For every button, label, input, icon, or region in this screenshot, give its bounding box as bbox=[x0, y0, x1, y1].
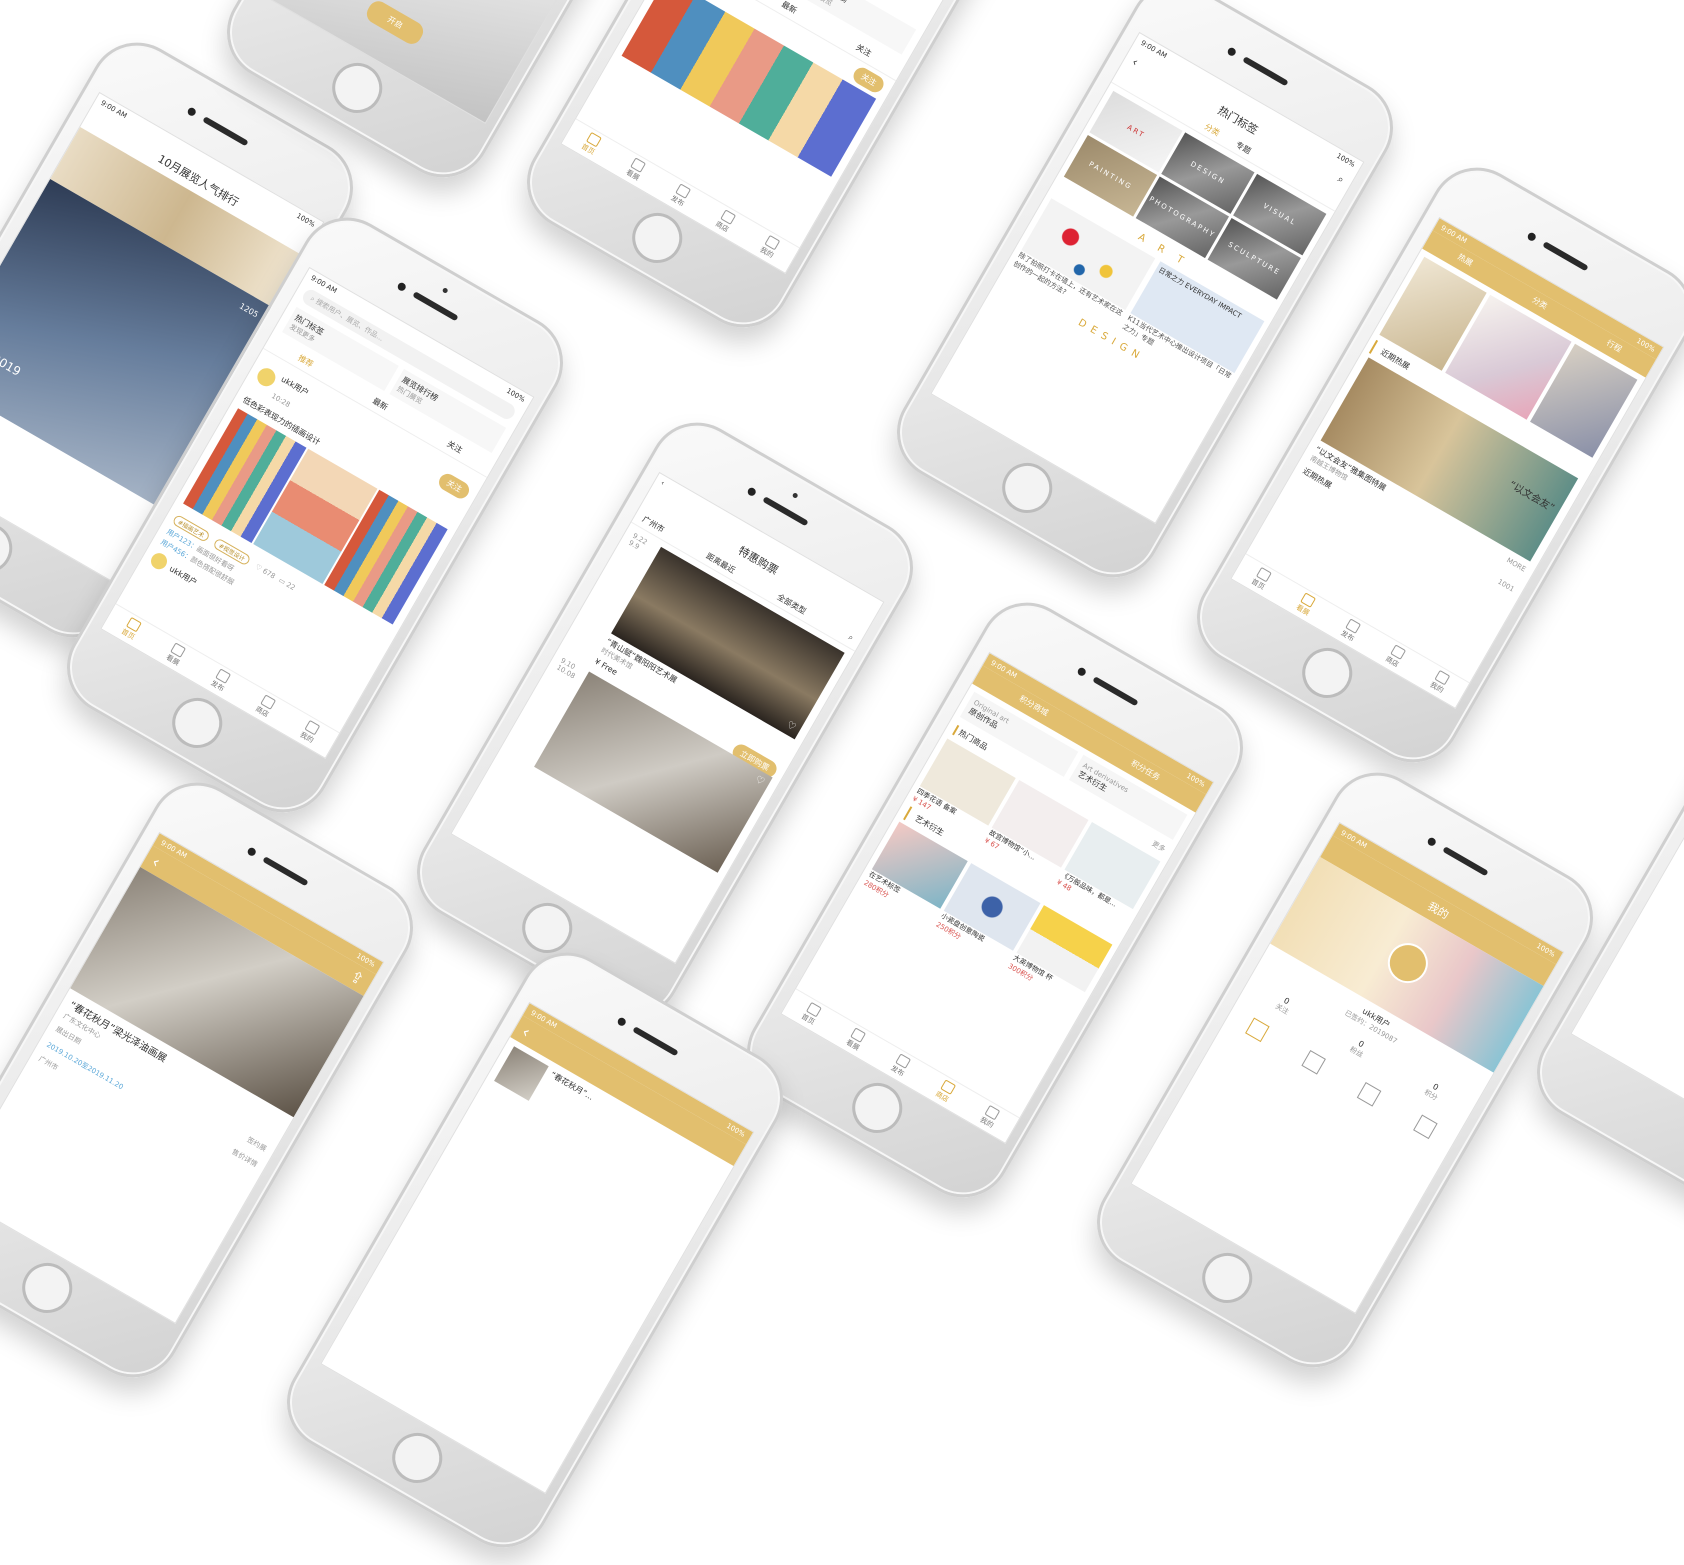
tab-shop[interactable]: 商店 bbox=[253, 694, 276, 720]
tab-me[interactable]: 我的 bbox=[978, 1104, 1001, 1130]
back-icon[interactable]: ‹ bbox=[149, 852, 164, 872]
year-label: 2019 bbox=[0, 351, 24, 379]
tab-me[interactable]: 我的 bbox=[758, 234, 781, 260]
tab-shop[interactable]: 商店 bbox=[933, 1079, 956, 1105]
tab-exhibitions[interactable]: 看展 bbox=[844, 1027, 867, 1053]
wallet-icon[interactable] bbox=[1357, 1082, 1382, 1107]
share-icon[interactable]: ⇪ bbox=[347, 966, 368, 989]
post-time: 10:28 bbox=[269, 392, 292, 410]
tab-home[interactable]: 首页 bbox=[119, 616, 142, 642]
tab-publish[interactable]: 发布 bbox=[669, 183, 692, 209]
tab-schedule[interactable]: 行程 bbox=[1604, 337, 1623, 355]
like-count: 678 bbox=[261, 567, 277, 581]
stat-points[interactable]: 0 积分 bbox=[1422, 1080, 1444, 1103]
stat-following[interactable]: 0 关注 bbox=[1273, 994, 1295, 1017]
tab-home[interactable]: 首页 bbox=[799, 1001, 822, 1027]
tab-exhibitions[interactable]: 看展 bbox=[1294, 592, 1317, 618]
edit-icon[interactable] bbox=[1245, 1017, 1270, 1043]
phone-feed-top: 热门标签 发现更多 展览排行榜 热门展览 推荐 最新 关注 ukk用户 关注 首… bbox=[509, 0, 1041, 345]
tab-publish[interactable]: 发布 bbox=[209, 668, 232, 694]
tab-me[interactable]: 我的 bbox=[298, 719, 321, 745]
avatar[interactable] bbox=[1380, 935, 1436, 991]
comment-count: 22 bbox=[284, 580, 297, 593]
tab-latest[interactable]: 最新 bbox=[779, 0, 798, 16]
heart-icon[interactable]: ♡ bbox=[785, 719, 798, 733]
avatar[interactable] bbox=[254, 364, 279, 390]
tab-publish[interactable]: 发布 bbox=[1339, 618, 1362, 644]
views-count: 1001 bbox=[1496, 577, 1516, 594]
tab-home[interactable]: 首页 bbox=[1249, 566, 1272, 592]
post-user[interactable]: ukk用户 bbox=[279, 375, 310, 398]
stat-fans[interactable]: 0 粉丝 bbox=[1348, 1037, 1370, 1060]
tab-follow[interactable]: 关注 bbox=[445, 438, 464, 456]
tab-latest[interactable]: 最新 bbox=[370, 395, 389, 413]
search-icon[interactable]: ⌕ bbox=[846, 632, 855, 644]
back-icon[interactable]: ‹ bbox=[659, 479, 665, 487]
views-count: 1205 bbox=[237, 301, 260, 320]
tab-category[interactable]: 分类 bbox=[1530, 294, 1549, 312]
tab-shop[interactable]: 商店 bbox=[1383, 644, 1406, 670]
banner-sub: “以文会友” bbox=[1506, 479, 1556, 515]
back-icon[interactable]: ‹ bbox=[519, 1022, 534, 1042]
tab-publish[interactable]: 发布 bbox=[889, 1053, 912, 1079]
heart-icon[interactable]: ♡ bbox=[753, 774, 766, 788]
tab-exhibitions[interactable]: 看展 bbox=[624, 157, 647, 183]
list-icon[interactable] bbox=[1301, 1049, 1326, 1075]
tab-hot[interactable]: 热展 bbox=[1455, 251, 1474, 269]
tab-home[interactable]: 首页 bbox=[579, 131, 602, 157]
avatar[interactable] bbox=[148, 550, 170, 573]
tab-recommend[interactable]: 推荐 bbox=[296, 352, 315, 370]
tab-exhibitions[interactable]: 看展 bbox=[164, 642, 187, 668]
tab-me[interactable]: 我的 bbox=[1428, 669, 1451, 695]
tab-shop[interactable]: 商店 bbox=[713, 209, 736, 235]
tab-follow[interactable]: 关注 bbox=[854, 42, 873, 60]
follow-button[interactable]: 关注 bbox=[436, 470, 473, 502]
grid-icon[interactable] bbox=[1412, 1114, 1438, 1139]
